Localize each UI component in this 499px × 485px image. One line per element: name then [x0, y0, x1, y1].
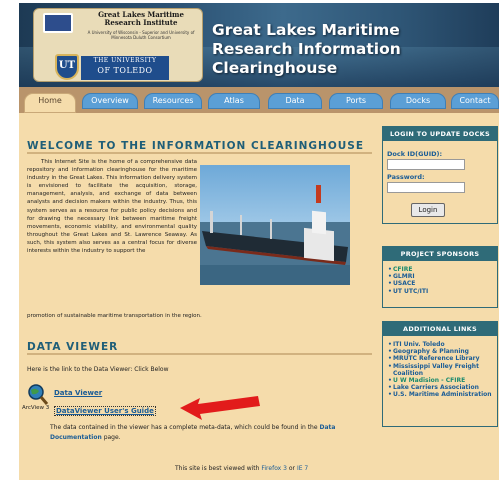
welcome-rule — [27, 152, 372, 154]
ut-name-plate: THE UNIVERSITY OF TOLEDO — [81, 56, 169, 80]
dock-id-label: Dock ID(GUID): — [387, 150, 443, 158]
data-viewer-heading: DATA VIEWER — [27, 341, 119, 353]
ie-link[interactable]: IE 7 — [297, 465, 308, 472]
freighter-illustration — [200, 185, 350, 285]
sponsor-link-cfire[interactable]: CFIRE — [388, 266, 498, 273]
metadata-text-after: page. — [103, 434, 121, 441]
browser-note-before: This site is best viewed with — [175, 465, 260, 472]
ut-name-line2: OF TOLEDO — [97, 66, 153, 75]
link-mrutc-library[interactable]: MRUTC Reference Library — [388, 355, 498, 362]
great-lakes-map-logo — [43, 13, 73, 33]
sponsor-link-ut-utc-iti[interactable]: UT UTC/ITI — [388, 288, 498, 295]
additional-links-title: ADDITIONAL LINKS — [383, 322, 497, 336]
sponsors-box: PROJECT SPONSORS CFIRE GLMRI USACE UT UT… — [382, 246, 498, 308]
ut-name-line1: THE UNIVERSITY — [93, 57, 157, 64]
page: Great Lakes Maritime Research Institute … — [0, 0, 499, 485]
glmri-subtitle: A University of Wisconsin - Superior and… — [87, 30, 195, 40]
sponsors-list: CFIRE GLMRI USACE UT UTC/ITI — [388, 266, 498, 295]
tab-ports[interactable]: Ports — [329, 93, 383, 109]
main-nav: Home Overview Resources Atlas Data Ports… — [19, 87, 499, 113]
data-viewer-link[interactable]: Data Viewer — [54, 389, 102, 397]
login-button[interactable]: Login — [411, 203, 445, 217]
sponsors-box-title: PROJECT SPONSORS — [383, 247, 497, 261]
additional-links-list: ITI Univ. Toledo Geography & Planning MR… — [388, 341, 498, 399]
data-viewer-rule — [27, 353, 372, 355]
link-lake-carriers[interactable]: Lake Carriers Association — [388, 384, 498, 391]
sponsor-link-glmri[interactable]: GLMRI — [388, 273, 498, 280]
freighter-photo — [200, 165, 350, 285]
login-box: LOGIN TO UPDATE DOCKS Dock ID(GUID): Pas… — [382, 126, 498, 224]
link-uw-madison-cfire[interactable]: U W Madision - CFIRE — [388, 377, 498, 384]
tab-contact[interactable]: Contact — [451, 93, 499, 109]
red-arrow-icon — [180, 396, 260, 420]
password-input[interactable] — [387, 182, 465, 193]
welcome-paragraph-end: promotion of sustainable maritime transp… — [27, 313, 202, 319]
metadata-note: The data contained in the viewer has a c… — [50, 423, 350, 443]
browser-note: This site is best viewed with Firefox 3 … — [175, 465, 308, 472]
tab-overview[interactable]: Overview — [82, 93, 138, 109]
arcview-label: ArcView 3 — [22, 405, 50, 411]
link-iti-univ-toledo[interactable]: ITI Univ. Toledo — [388, 341, 498, 348]
welcome-heading: WELCOME TO THE INFORMATION CLEARINGHOUSE — [27, 140, 365, 152]
additional-links-box: ADDITIONAL LINKS ITI Univ. Toledo Geogra… — [382, 321, 498, 427]
login-box-title: LOGIN TO UPDATE DOCKS — [383, 127, 497, 141]
site-title-line1: Great Lakes Maritime — [212, 21, 400, 39]
site-title-line3: Clearinghouse — [212, 59, 338, 77]
tab-home[interactable]: Home — [24, 93, 76, 113]
welcome-paragraph: This Internet Site is the home of a comp… — [27, 159, 197, 255]
tab-data[interactable]: Data — [268, 93, 322, 109]
browser-note-or: or — [288, 465, 296, 472]
firefox-link[interactable]: Firefox 3 — [261, 465, 287, 472]
tab-resources[interactable]: Resources — [144, 93, 202, 109]
ut-shield-logo: UT — [55, 54, 79, 80]
sponsor-link-usace[interactable]: USACE — [388, 280, 498, 287]
site-banner: Great Lakes Maritime Research Institute … — [19, 3, 499, 87]
tab-atlas[interactable]: Atlas — [208, 93, 260, 109]
link-us-maritime-admin[interactable]: U.S. Maritime Administration — [388, 391, 498, 398]
glmri-title: Great Lakes Maritime Research Institute — [98, 10, 184, 27]
tab-docks[interactable]: Docks — [390, 93, 446, 109]
metadata-text-before: The data contained in the viewer has a c… — [50, 424, 318, 431]
user-guide-link[interactable]: DataViewer User's Guide — [54, 406, 156, 416]
dock-id-input[interactable] — [387, 159, 465, 170]
link-mississippi-valley[interactable]: Mississippi Valley Freight Coalition — [388, 363, 498, 377]
site-title: Great Lakes Maritime Research Informatio… — [212, 21, 499, 78]
link-geography-planning[interactable]: Geography & Planning — [388, 348, 498, 355]
password-label: Password: — [387, 173, 425, 181]
site-title-line2: Research Information — [212, 40, 401, 58]
data-viewer-intro: Here is the link to the Data Viewer: Cli… — [27, 366, 169, 373]
